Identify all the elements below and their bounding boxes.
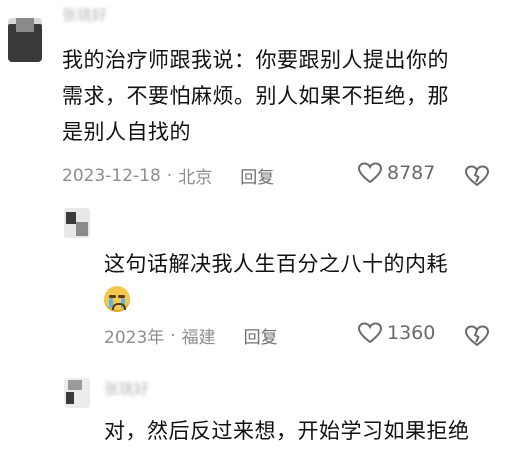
like-count: 1360 [387,322,436,344]
broken-heart-icon [465,165,489,187]
comment-date: 2023年 [104,328,165,348]
broken-heart-icon [465,325,489,347]
comment-line: 需求，不要怕麻烦。别人如果不拒绝，那 [62,84,449,108]
comment-line: 是别人自找的 [62,120,191,144]
comment-text: 对，然后反过来想，开始学习如果拒绝 [104,413,504,456]
comment-text: 这句话解决我人生百分之八十的内耗 [104,246,499,282]
comment-line: 这句话解决我人生百分之八十的内耗 [104,252,448,276]
like-button[interactable]: 8787 [358,162,435,184]
heart-icon [358,322,382,344]
separator: · [166,165,173,186]
comment-date: 2023-12-18 [62,165,161,186]
dislike-button[interactable] [464,324,490,348]
comment-meta: 2023-12-18 · 北京 回复 [62,163,274,189]
username[interactable]: 张珧好 [62,4,107,25]
avatar[interactable] [8,18,42,62]
avatar[interactable] [64,378,90,408]
comment-line: 对，然后反过来想，开始学习如果拒绝 [104,419,470,443]
like-count: 8787 [387,162,436,184]
reply-button[interactable]: 回复 [244,323,278,348]
dislike-button[interactable] [464,164,490,188]
comment-text: 我的治疗师跟我说：你要跟别人提出你的 需求，不要怕麻烦。别人如果不拒绝，那 是别… [62,42,502,150]
comment-location: 北京 [178,168,213,188]
avatar[interactable] [64,208,90,238]
comment-line: 我的治疗师跟我说：你要跟别人提出你的 [62,48,449,72]
reply-button[interactable]: 回复 [240,163,274,188]
crying-face-emoji [104,286,130,312]
separator: · [170,325,176,346]
like-button[interactable]: 1360 [358,322,435,344]
heart-icon [358,162,382,184]
comment-location: 福建 [181,328,216,348]
username[interactable]: 张珧好 [104,378,149,399]
comment-meta: 2023年 · 福建 回复 [104,323,278,349]
